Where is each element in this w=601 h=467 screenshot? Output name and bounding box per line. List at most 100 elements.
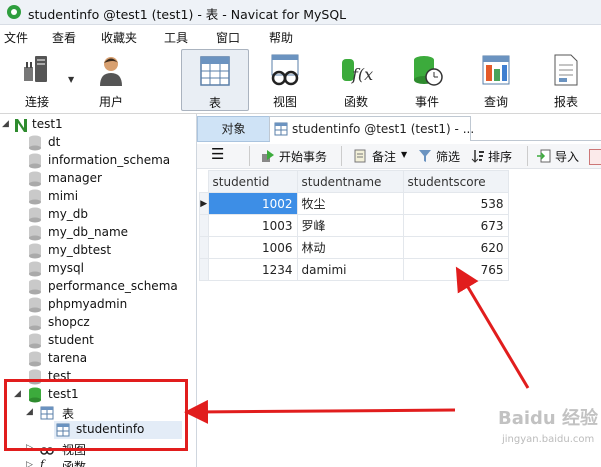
table-cell[interactable]: 673 [402, 214, 509, 237]
tab-objects[interactable]: 对象 [197, 116, 270, 142]
database-icon [29, 279, 41, 295]
divider [249, 146, 250, 166]
divider [527, 146, 528, 166]
table-cell[interactable]: 牧尘 [296, 192, 404, 215]
transaction-icon [262, 150, 274, 162]
database-icon [29, 351, 41, 367]
tree-db-label: mimi [48, 189, 79, 203]
tree-db-label: shopcz [48, 315, 90, 329]
note-icon [354, 149, 366, 163]
expand-arrow-icon[interactable]: ▷ [26, 460, 33, 467]
tree-db-label: my_dbtest [48, 243, 112, 257]
row-header [199, 214, 209, 237]
database-icon [29, 297, 41, 313]
database-icon [29, 333, 41, 349]
highlight-box [4, 379, 188, 451]
row-header-corner [199, 170, 208, 193]
event-button[interactable]: 事件 [394, 49, 460, 109]
begin-transaction-label: 开始事务 [279, 150, 328, 164]
menu-help[interactable]: 帮助 [269, 29, 293, 46]
database-icon [29, 153, 41, 169]
database-icon [29, 189, 41, 205]
sort-icon [471, 150, 484, 163]
watermark-url: jingyan.baidu.com [502, 434, 595, 445]
database-icon [29, 315, 41, 331]
tree-connection-label: test1 [32, 117, 63, 131]
database-icon [29, 261, 41, 277]
function-label: 函数 [343, 95, 368, 109]
database-icon [29, 207, 41, 223]
tab-studentinfo[interactable]: studentinfo @test1 (test1) - ... [269, 116, 475, 141]
database-icon [29, 225, 41, 241]
view-label: 视图 [272, 95, 297, 109]
table-row[interactable]: 1234 damimi 765 [199, 258, 509, 281]
watermark-brand: Baidu 经验 [498, 408, 599, 429]
row-header [199, 236, 209, 259]
report-button[interactable]: 报表 [533, 49, 599, 109]
title-bar: studentinfo @test1 (test1) - 表 - Navicat… [0, 0, 601, 25]
table-cell[interactable]: 620 [402, 236, 509, 259]
window-title: studentinfo @test1 (test1) - 表 - Navicat… [28, 7, 347, 22]
database-icon [29, 135, 41, 151]
table-row[interactable]: 1006 林动 620 [199, 236, 509, 259]
query-label: 查询 [483, 95, 508, 109]
dropdown-arrow-icon[interactable]: ▼ [401, 150, 407, 159]
table-cell[interactable]: 1234 [207, 258, 298, 281]
table-cell[interactable]: 1003 [207, 214, 298, 237]
table-cell[interactable]: 罗峰 [296, 214, 404, 237]
column-header[interactable]: studentscore [402, 170, 509, 193]
report-icon [554, 54, 578, 86]
table-cell[interactable]: 1002 [207, 192, 298, 215]
view-icon [271, 54, 299, 86]
menu-icon[interactable]: ☰ [211, 145, 224, 163]
table-cell[interactable]: 林动 [296, 236, 404, 259]
event-label: 事件 [414, 95, 439, 109]
import-icon [537, 149, 551, 163]
connect-button[interactable]: 连接 [4, 49, 70, 109]
column-header[interactable]: studentname [296, 170, 404, 193]
dropdown-arrow-icon[interactable]: ▼ [68, 75, 74, 84]
main-toolbar: 连接 ▼ 用户 表 视图 f(x) 函数 [0, 47, 601, 114]
table-label: 表 [208, 96, 221, 110]
menu-file[interactable]: 文件 [4, 29, 28, 46]
table-row[interactable]: ▶ 1002 牧尘 538 [199, 192, 509, 215]
column-header[interactable]: studentid [207, 170, 298, 193]
menu-tools[interactable]: 工具 [164, 29, 188, 46]
table-cell[interactable]: 1006 [207, 236, 298, 259]
current-row-icon: ▶ [199, 192, 209, 215]
svg-text:f(x): f(x) [351, 65, 373, 84]
tree-db-label: information_schema [48, 153, 171, 167]
connection-icon [15, 119, 27, 132]
collapse-arrow-icon[interactable]: ◢ [2, 119, 9, 129]
user-button[interactable]: 用户 [78, 49, 144, 109]
table-cell[interactable]: 538 [402, 192, 509, 215]
function-button[interactable]: f(x) 函数 [323, 49, 389, 109]
user-icon [100, 57, 122, 86]
table-cell[interactable]: 765 [402, 258, 509, 281]
table-cell[interactable]: damimi [296, 258, 404, 281]
filter-icon [419, 150, 431, 162]
tree-db-label: student [48, 333, 94, 347]
menu-bar: 文件 查看 收藏夹 工具 窗口 帮助 [0, 25, 601, 47]
menu-view[interactable]: 查看 [52, 29, 76, 46]
connect-label: 连接 [24, 95, 49, 109]
table-button[interactable]: 表 [181, 49, 249, 111]
menu-window[interactable]: 窗口 [216, 29, 240, 46]
filter-label: 筛选 [436, 150, 461, 164]
sort-label: 排序 [488, 150, 513, 164]
export-icon[interactable] [589, 149, 601, 165]
menu-favorites[interactable]: 收藏夹 [101, 29, 137, 46]
tree-db-label: mysql [48, 261, 84, 275]
table-icon [200, 56, 230, 86]
tree-db-label: phpmyadmin [48, 297, 128, 311]
query-button[interactable]: 查询 [463, 49, 529, 109]
tab-studentinfo-label: studentinfo @test1 (test1) - ... [292, 122, 475, 136]
table-icon [274, 122, 288, 136]
row-header [199, 258, 209, 281]
view-button[interactable]: 视图 [252, 49, 318, 109]
divider [341, 146, 342, 166]
tree-db-label: my_db_name [48, 225, 129, 239]
table-row[interactable]: 1003 罗峰 673 [199, 214, 509, 237]
tree-functions-label: 函数 [62, 460, 87, 467]
report-label: 报表 [553, 95, 578, 109]
